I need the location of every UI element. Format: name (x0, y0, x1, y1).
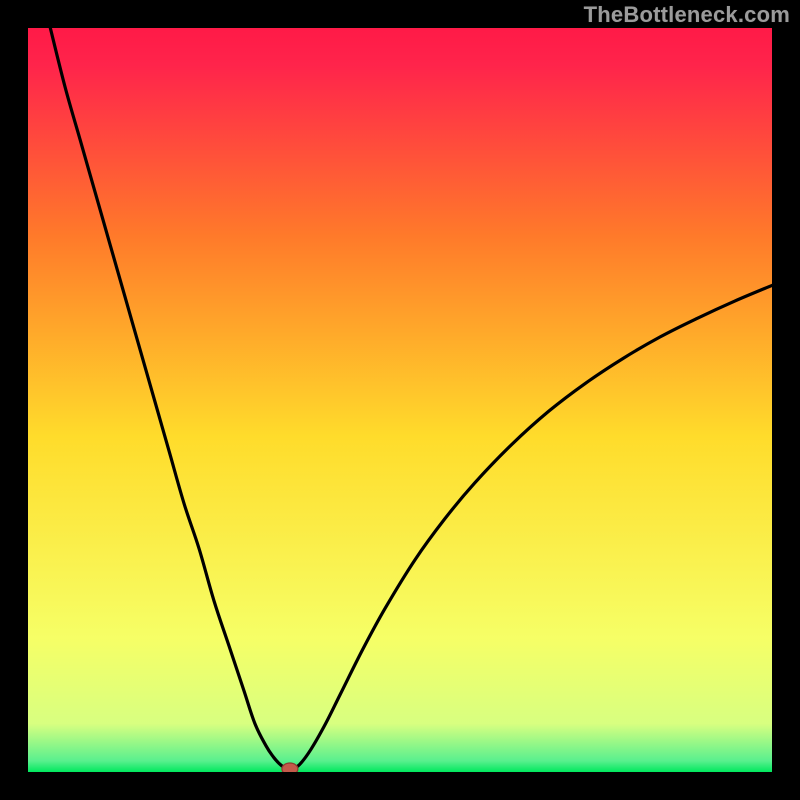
plot-area (28, 28, 772, 772)
optimal-point-marker (282, 763, 298, 772)
watermark-text: TheBottleneck.com (584, 2, 790, 28)
chart-frame: TheBottleneck.com (0, 0, 800, 800)
bottleneck-chart (28, 28, 772, 772)
heat-gradient (28, 28, 772, 772)
